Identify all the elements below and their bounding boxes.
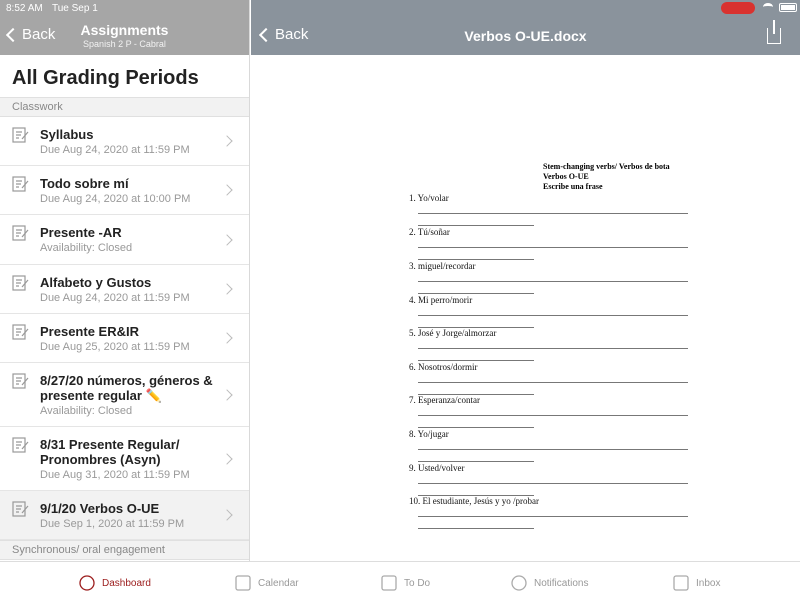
inbox-icon <box>673 575 689 591</box>
tab-label: Dashboard <box>102 577 151 589</box>
answer-line <box>418 315 688 316</box>
document-item: 4. Mi perro/morir <box>409 295 473 305</box>
answer-line <box>418 281 688 282</box>
document-item: 2. Tú/soñar <box>409 227 450 237</box>
tab-bar: Dashboard Calendar To Do Notifications Inbox <box>0 561 800 601</box>
tab-dashboard[interactable]: Dashboard <box>78 574 151 592</box>
answer-line <box>418 225 534 226</box>
tab-notifications[interactable]: Notifications <box>510 574 588 592</box>
bell-icon <box>511 575 527 591</box>
answer-line <box>418 348 688 349</box>
document-item: 6. Nosotros/dormir <box>409 362 478 372</box>
document-item: 8. Yo/jugar <box>409 429 449 439</box>
answer-line <box>418 247 688 248</box>
answer-line <box>418 483 688 484</box>
answer-line <box>418 415 688 416</box>
tab-label: To Do <box>404 577 431 589</box>
answer-line <box>418 213 688 214</box>
answer-line <box>418 360 534 361</box>
document-item: 3. miguel/recordar <box>409 261 476 271</box>
todo-icon <box>381 575 397 591</box>
answer-line <box>418 293 534 294</box>
tab-to-do[interactable]: To Do <box>380 574 430 592</box>
answer-line <box>418 382 688 383</box>
tab-inbox[interactable]: Inbox <box>672 574 720 592</box>
answer-line <box>418 461 534 462</box>
tab-label: Notifications <box>534 577 589 589</box>
document-item: 10. El estudiante, Jesús y yo /probar <box>409 496 539 506</box>
document-viewer[interactable]: Stem-changing verbs/ Verbos de bota Verbo… <box>251 55 800 561</box>
answer-line <box>418 259 534 260</box>
document-item: 9. Usted/volver <box>409 463 465 473</box>
tab-label: Calendar <box>258 577 299 589</box>
answer-line <box>418 427 534 428</box>
answer-line <box>418 528 534 529</box>
document-item: 1. Yo/volar <box>409 193 449 203</box>
calendar-icon <box>235 575 251 591</box>
document-item: 7. Esperanza/contar <box>409 395 480 405</box>
answer-line <box>418 516 688 517</box>
tab-label: Inbox <box>696 577 721 589</box>
dashboard-icon <box>79 575 95 591</box>
answer-line <box>418 449 688 450</box>
tab-calendar[interactable]: Calendar <box>234 574 299 592</box>
document-item: 5. José y Jorge/almorzar <box>409 328 497 338</box>
